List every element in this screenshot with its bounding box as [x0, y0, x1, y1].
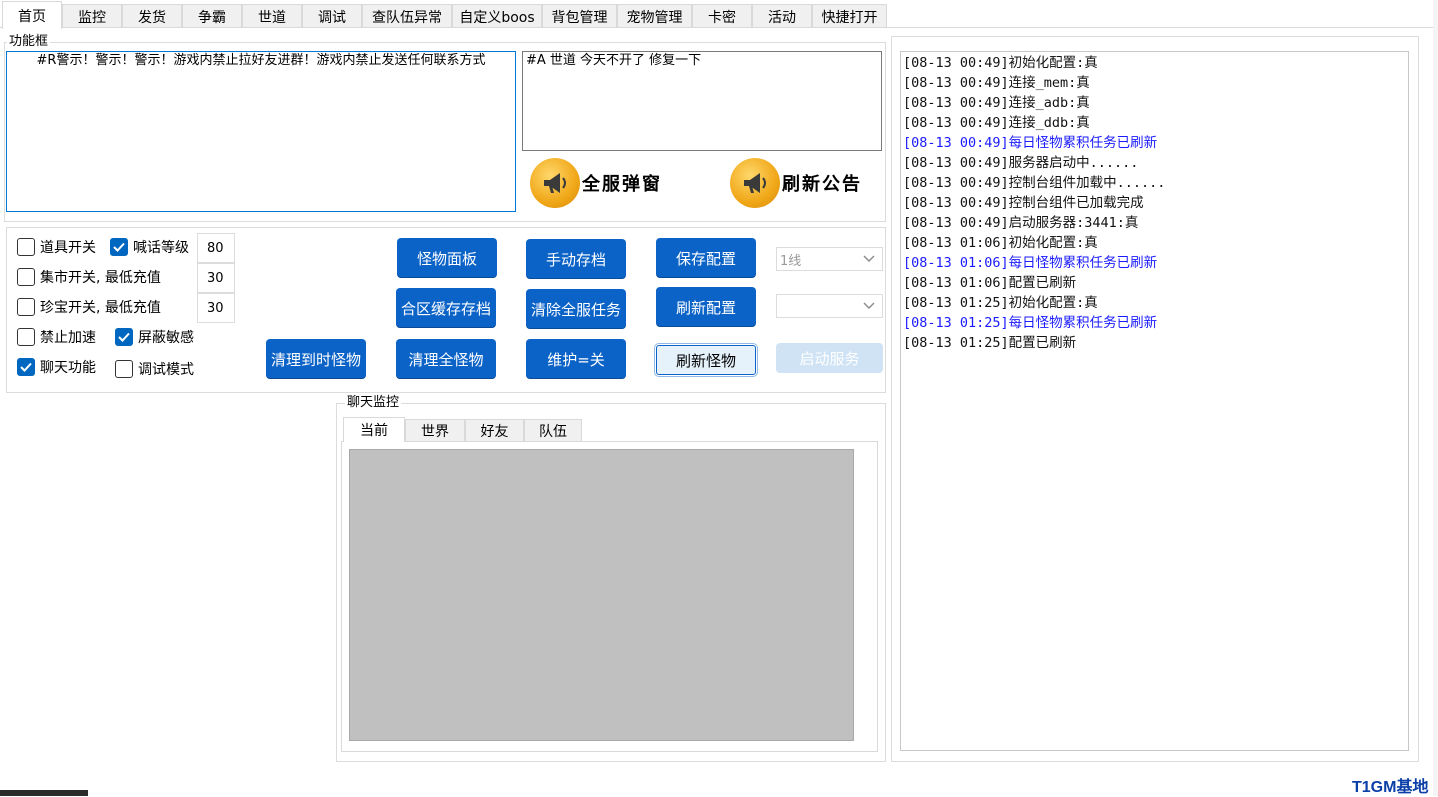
line-select-value: 1线: [780, 253, 802, 269]
no-speedup-checkbox[interactable]: 禁止加速: [17, 326, 96, 348]
checkbox-unchecked-icon: [115, 360, 133, 378]
log-line: [08-13 00:49]控制台组件已加载完成: [903, 195, 1144, 211]
refresh-notice-button[interactable]: 刷新公告: [730, 157, 862, 209]
tab-debug[interactable]: 调试: [302, 4, 362, 28]
log-line: [08-13 00:49]连接_mem:真: [903, 75, 1090, 91]
manual-save-button[interactable]: 手动存档: [526, 239, 626, 279]
chat-tab-team[interactable]: 队伍: [524, 419, 582, 442]
line-select[interactable]: 1线: [776, 247, 883, 271]
block-sensitive-checkbox[interactable]: 屏蔽敏感: [115, 326, 194, 348]
log-line: [08-13 00:49]控制台组件加载中......: [903, 175, 1166, 191]
tab-bag-manage[interactable]: 背包管理: [542, 4, 617, 28]
notice-text: #A 世道 今天不开了 修复一下: [526, 53, 702, 68]
window-edge: [1433, 0, 1438, 796]
watermark-logo: T1GM基地: [1352, 779, 1429, 796]
function-box-legend: 功能框: [7, 34, 51, 49]
block-sensitive-label: 屏蔽敏感: [138, 330, 194, 346]
broadcast-text: #R警示！警示！警示！游戏内禁止拉好友进群！游戏内禁止发送任何联系方式: [36, 53, 486, 68]
clear-all-monsters-button[interactable]: 清理全怪物: [396, 339, 496, 379]
log-line: [08-13 01:25]配置已刷新: [903, 335, 1077, 351]
no-speedup-label: 禁止加速: [40, 330, 96, 346]
start-service-button: 启动服务: [776, 343, 883, 373]
market-label: 集市开关, 最低充值: [40, 270, 161, 286]
tab-delivery[interactable]: 发货: [122, 4, 182, 28]
chevron-down-icon: [862, 298, 876, 316]
treasure-checkbox[interactable]: 珍宝开关, 最低充值: [17, 296, 161, 318]
tab-monitor[interactable]: 监控: [62, 4, 122, 28]
debug-mode-label: 调试模式: [138, 362, 194, 378]
maintenance-toggle-button[interactable]: 维护=关: [526, 339, 626, 379]
tab-shidao[interactable]: 世道: [242, 4, 302, 28]
shout-level-checkbox[interactable]: 喊话等级: [110, 236, 189, 258]
log-line: [08-13 00:49]连接_ddb:真: [903, 115, 1090, 131]
merge-save-button[interactable]: 合区缓存存档: [396, 288, 496, 328]
checkmark-icon: [17, 358, 35, 376]
chat-label: 聊天功能: [40, 360, 96, 376]
shout-level-label: 喊话等级: [133, 240, 189, 256]
refresh-monsters-button[interactable]: 刷新怪物: [656, 345, 756, 375]
secondary-select[interactable]: [776, 294, 883, 318]
log-line: [08-13 01:06]配置已刷新: [903, 275, 1077, 291]
checkbox-unchecked-icon: [17, 238, 35, 256]
notice-textbox[interactable]: #A 世道 今天不开了 修复一下: [522, 51, 882, 151]
tab-card-key[interactable]: 卡密: [692, 4, 752, 28]
log-line: [08-13 01:06]每日怪物累积任务已刷新: [903, 255, 1158, 271]
chat-monitor-legend: 聊天监控: [345, 395, 402, 410]
checkbox-unchecked-icon: [17, 298, 35, 316]
log-line: [08-13 00:49]初始化配置:真: [903, 55, 1098, 71]
checkbox-unchecked-icon: [17, 268, 35, 286]
treasure-label: 珍宝开关, 最低充值: [40, 300, 161, 316]
log-line: [08-13 00:49]连接_adb:真: [903, 95, 1090, 111]
clear-all-tasks-button[interactable]: 清除全服任务: [526, 289, 626, 329]
tab-custom-boss[interactable]: 自定义boos: [452, 4, 542, 28]
item-switch-label: 道具开关: [40, 240, 96, 256]
megaphone-icon: [730, 158, 780, 208]
tab-quick-open[interactable]: 快捷打开: [812, 4, 887, 28]
market-min-recharge-input[interactable]: 30: [197, 263, 235, 293]
tab-team-anomaly[interactable]: 查队伍异常: [362, 4, 452, 28]
main-tab-strip: 首页 监控 发货 争霸 世道 调试 查队伍异常 自定义boos 背包管理 宠物管…: [0, 0, 1438, 29]
checkmark-icon: [110, 238, 128, 256]
clear-timed-monsters-button[interactable]: 清理到时怪物: [266, 339, 366, 379]
treasure-min-recharge-input[interactable]: 30: [197, 293, 235, 323]
chat-tab-current[interactable]: 当前: [343, 417, 405, 442]
save-config-button[interactable]: 保存配置: [656, 238, 756, 278]
chat-message-area[interactable]: [349, 449, 854, 741]
log-line: [08-13 01:25]每日怪物累积任务已刷新: [903, 315, 1158, 331]
tab-contest[interactable]: 争霸: [182, 4, 242, 28]
broadcast-textbox[interactable]: #R警示！警示！警示！游戏内禁止拉好友进群！游戏内禁止发送任何联系方式: [6, 51, 516, 212]
refresh-notice-label: 刷新公告: [782, 174, 862, 195]
checkbox-unchecked-icon: [17, 328, 35, 346]
broadcast-popup-label: 全服弹窗: [582, 174, 662, 195]
log-line: [08-13 01:25]初始化配置:真: [903, 295, 1098, 311]
refresh-config-button[interactable]: 刷新配置: [656, 287, 756, 327]
taskbar-edge: [0, 790, 88, 796]
chat-tab-world[interactable]: 世界: [405, 419, 465, 442]
shout-level-input[interactable]: 80: [197, 233, 235, 263]
megaphone-icon: [530, 158, 580, 208]
debug-mode-checkbox[interactable]: 调试模式: [115, 358, 194, 380]
tab-events[interactable]: 活动: [752, 4, 812, 28]
chat-checkbox[interactable]: 聊天功能: [17, 356, 96, 378]
monster-panel-button[interactable]: 怪物面板: [397, 238, 497, 278]
log-line: [08-13 00:49]启动服务器:3441:真: [903, 215, 1139, 231]
market-checkbox[interactable]: 集市开关, 最低充值: [17, 266, 161, 288]
log-line: [08-13 00:49]每日怪物累积任务已刷新: [903, 135, 1158, 151]
log-listbox[interactable]: [08-13 00:49]初始化配置:真 [08-13 00:49]连接_mem:…: [900, 51, 1409, 751]
broadcast-popup-button[interactable]: 全服弹窗: [530, 157, 662, 209]
tab-home[interactable]: 首页: [2, 1, 62, 29]
chevron-down-icon: [862, 251, 876, 269]
log-line: [08-13 01:06]初始化配置:真: [903, 235, 1098, 251]
tab-pet-manage[interactable]: 宠物管理: [617, 4, 692, 28]
checkmark-icon: [115, 328, 133, 346]
chat-tab-friends[interactable]: 好友: [465, 419, 524, 442]
log-line: [08-13 00:49]服务器启动中......: [903, 155, 1139, 171]
item-switch-checkbox[interactable]: 道具开关: [17, 236, 96, 258]
